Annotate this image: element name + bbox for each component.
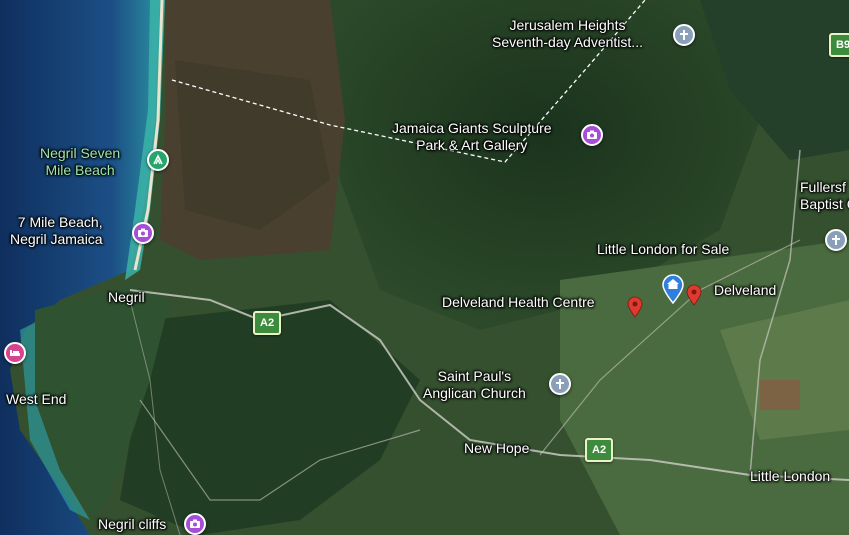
route-a2-shield-east: A2	[585, 438, 614, 462]
camera-icon	[587, 130, 597, 139]
negril-label[interactable]: Negril	[108, 289, 145, 306]
route-b9-shield: B9	[829, 33, 849, 57]
camera-icon	[138, 228, 148, 237]
giants-line2: Park & Art Gallery	[416, 137, 528, 153]
cross-icon	[680, 30, 688, 40]
attraction-pin-negril-cliffs[interactable]	[184, 513, 206, 535]
negril-cliffs-label[interactable]: Negril cliffs	[98, 516, 166, 533]
church-pin-jerusalem[interactable]	[673, 24, 695, 46]
little-london-sale-label[interactable]: Little London for Sale	[597, 241, 729, 258]
park-pin-negril-seven[interactable]	[147, 149, 169, 171]
delveland-label[interactable]: Delveland	[714, 282, 776, 299]
pin-delveland[interactable]	[686, 284, 702, 306]
fullersfield-line2: Baptist C	[800, 196, 849, 212]
seven-mile-line1: 7 Mile Beach,	[17, 214, 103, 230]
negril-seven-line1: Negril Seven	[40, 145, 121, 161]
cross-icon	[832, 235, 840, 245]
saint-pauls-label[interactable]: Saint Paul's Anglican Church	[423, 368, 526, 402]
seven-mile-beach-label[interactable]: 7 Mile Beach, Negril Jamaica	[10, 214, 103, 248]
fullersfield-label[interactable]: Fullersf Baptist C	[800, 179, 849, 213]
satellite-map[interactable]: Jerusalem Heights Seventh-day Adventist.…	[0, 0, 849, 535]
cross-icon	[556, 379, 564, 389]
new-hope-label[interactable]: New Hope	[464, 440, 529, 457]
saint-pauls-line1: Saint Paul's	[437, 368, 512, 384]
attraction-pin-seven-mile[interactable]	[132, 222, 154, 244]
jerusalem-line1: Jerusalem Heights	[509, 17, 626, 33]
home-pin-little-london-sale[interactable]	[661, 274, 685, 304]
route-a2-shield-west: A2	[253, 311, 282, 335]
church-pin-saint-pauls[interactable]	[549, 373, 571, 395]
camera-icon	[190, 519, 200, 528]
giants-park-label[interactable]: Jamaica Giants Sculpture Park & Art Gall…	[392, 120, 552, 154]
jerusalem-line2: Seventh-day Adventist...	[492, 34, 643, 50]
west-end-label[interactable]: West End	[6, 391, 66, 408]
seven-mile-line2: Negril Jamaica	[10, 231, 103, 247]
church-pin-fullersfield[interactable]	[825, 229, 847, 251]
hiking-icon	[153, 154, 163, 165]
delveland-health-label[interactable]: Delveland Health Centre	[442, 294, 595, 311]
attraction-pin-giants[interactable]	[581, 124, 603, 146]
giants-line1: Jamaica Giants Sculpture	[392, 120, 552, 136]
little-london-label[interactable]: Little London	[750, 468, 830, 485]
jerusalem-heights-label[interactable]: Jerusalem Heights Seventh-day Adventist.…	[492, 17, 643, 51]
hotel-pin-west-end[interactable]	[4, 342, 26, 364]
negril-seven-line2: Mile Beach	[45, 162, 115, 178]
satellite-terrain	[0, 0, 849, 535]
bed-icon	[10, 350, 20, 356]
fullersfield-line1: Fullersf	[800, 179, 846, 195]
pin-delveland-health[interactable]	[627, 296, 643, 318]
negril-seven-mile-label[interactable]: Negril Seven Mile Beach	[40, 145, 120, 179]
saint-pauls-line2: Anglican Church	[423, 385, 526, 401]
